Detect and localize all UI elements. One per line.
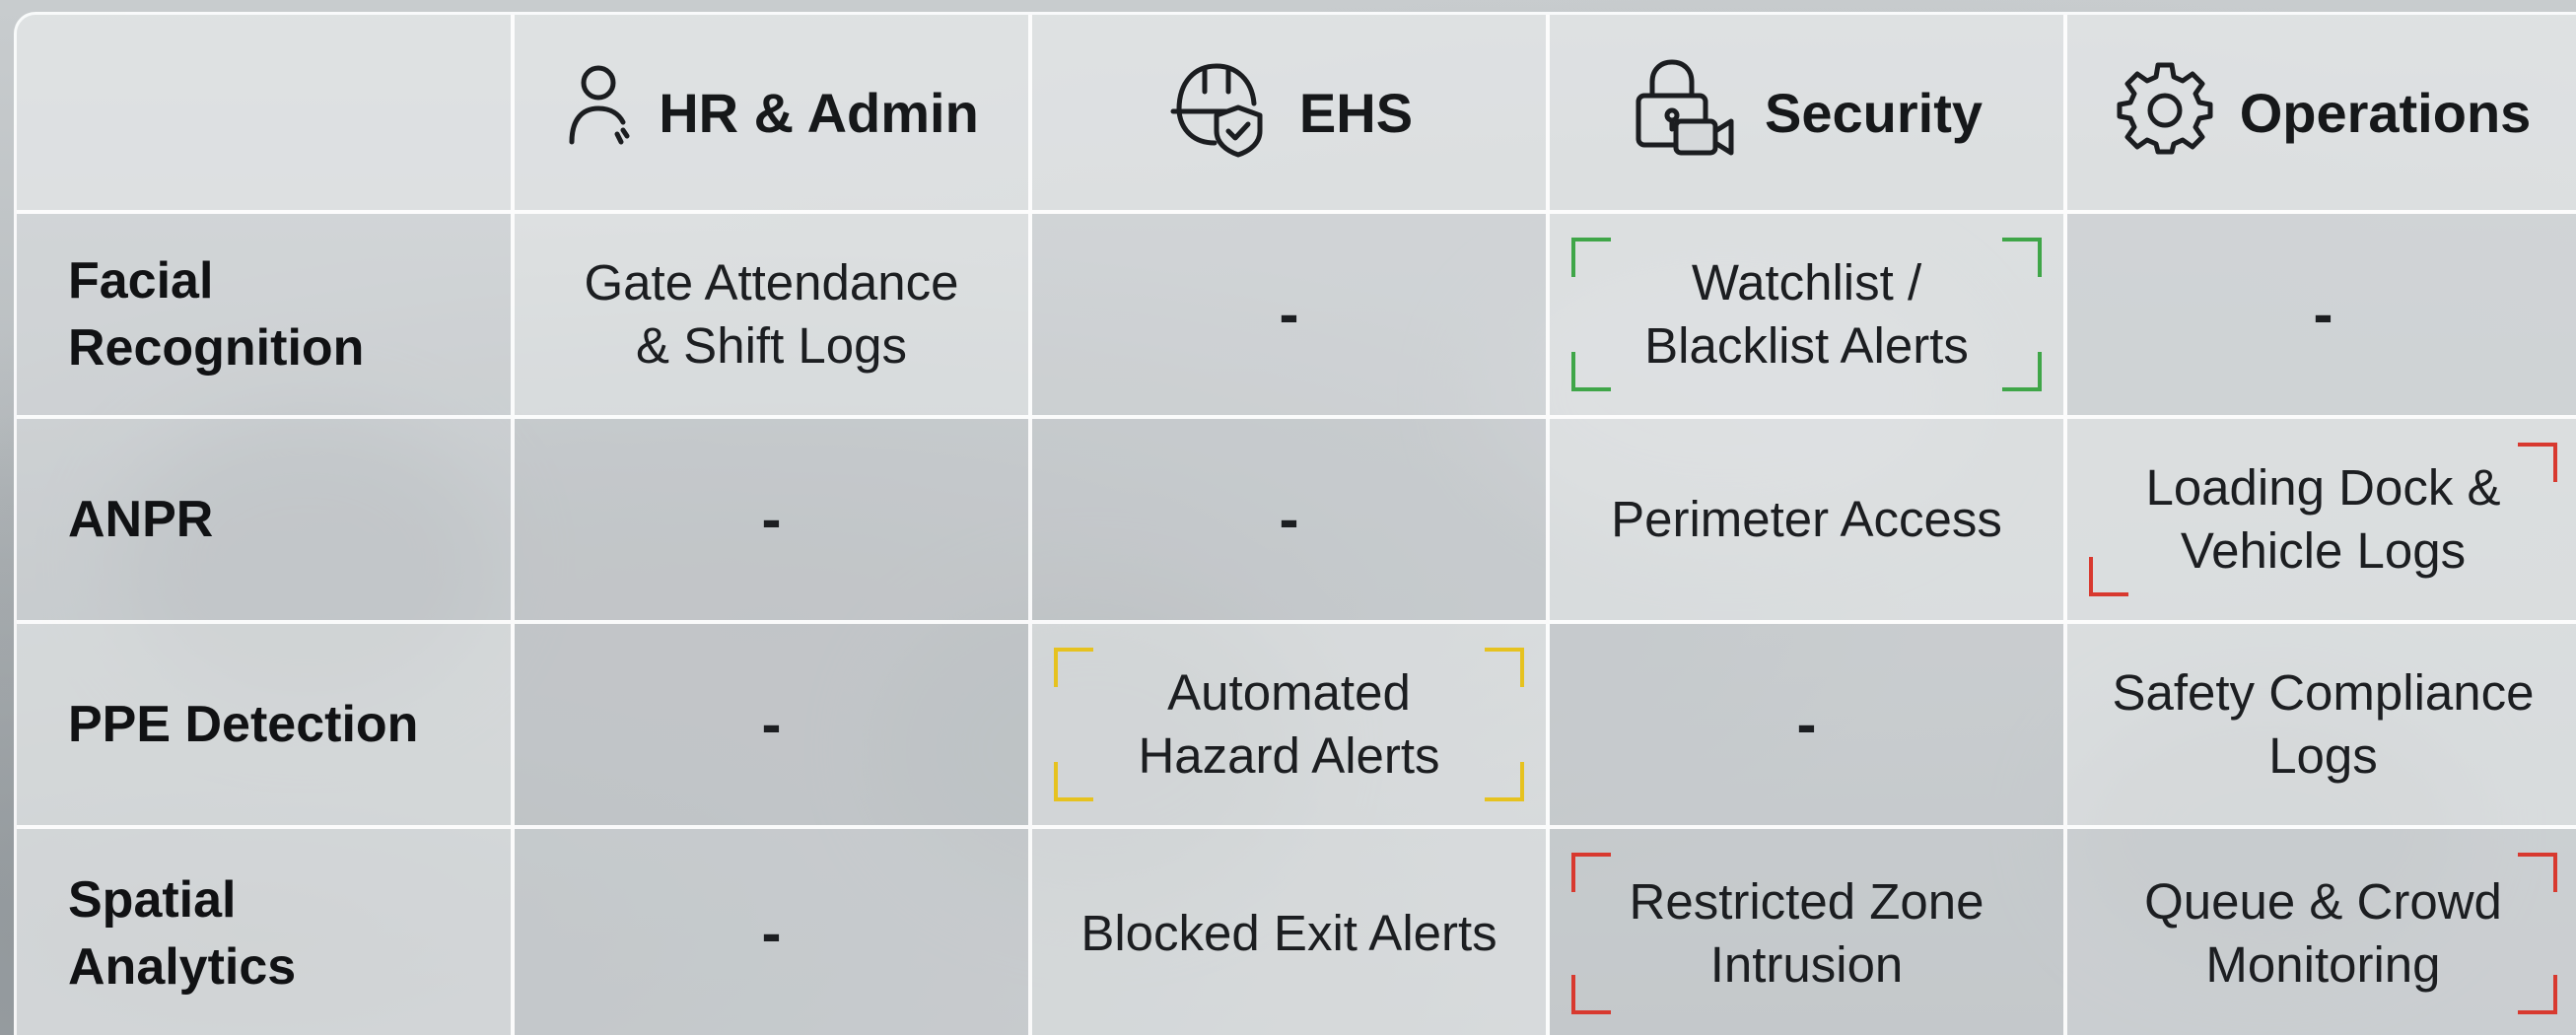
cell-value-line: Gate Attendance <box>584 254 959 310</box>
cell-value-line: Perimeter Access <box>1611 491 2002 547</box>
matrix-cell-facial-recognition-operations: - <box>2067 214 2576 419</box>
row-label: ANPR <box>68 486 213 553</box>
highlight-bracket-tl <box>1054 648 1093 687</box>
matrix-cell-anpr-hr-admin: - <box>515 419 1032 624</box>
matrix-cell-spatial-analytics-ehs: Blocked Exit Alerts <box>1032 829 1550 1035</box>
matrix-cell-spatial-analytics-hr-admin: - <box>515 829 1032 1035</box>
gear-icon <box>2116 57 2214 169</box>
row-header-facial-recognition: Facial Recognition <box>17 214 515 419</box>
empty-value: - <box>742 693 801 756</box>
column-header-security: Security <box>1550 15 2067 214</box>
row-label-line: Analytics <box>68 938 297 996</box>
cell-value: Blocked Exit Alerts <box>1061 902 1516 965</box>
matrix-cell-ppe-detection-security: - <box>1550 624 2067 829</box>
column-label: Security <box>1765 81 1983 144</box>
cell-value: Automated Hazard Alerts <box>1118 661 1459 788</box>
cell-value-line: - <box>761 691 782 757</box>
empty-value: - <box>742 488 801 551</box>
cell-value-line: & Shift Logs <box>636 317 907 374</box>
matrix-cell-ppe-detection-operations: Safety Compliance Logs <box>2067 624 2576 829</box>
column-header-operations: Operations <box>2067 15 2576 214</box>
empty-value: - <box>1260 488 1319 551</box>
cell-value: Safety Compliance Logs <box>2092 661 2553 788</box>
cell-value-line: Watchlist / <box>1691 254 1922 310</box>
highlight-bracket-tr <box>2518 853 2557 892</box>
cell-value-line: - <box>2313 281 2333 347</box>
cell-value-line: Automated <box>1167 664 1411 721</box>
cell-value-line: Restricted Zone <box>1629 873 1984 930</box>
helmet-shield-icon <box>1165 52 1274 173</box>
row-header-ppe-detection: PPE Detection <box>17 624 515 829</box>
column-header-hr-admin: HR & Admin <box>515 15 1032 214</box>
matrix-cell-anpr-ehs: - <box>1032 419 1550 624</box>
highlight-bracket-bl <box>2089 557 2128 596</box>
use-case-matrix: HR & Admin EHS Security Operations Facia… <box>14 12 2576 1035</box>
row-label-line: PPE Detection <box>68 696 419 753</box>
matrix-grid: HR & Admin EHS Security Operations Facia… <box>17 15 2576 1035</box>
matrix-cell-ppe-detection-ehs: Automated Hazard Alerts <box>1032 624 1550 829</box>
row-label: Spatial Analytics <box>68 866 296 1000</box>
matrix-cell-anpr-operations: Loading Dock & Vehicle Logs <box>2067 419 2576 624</box>
matrix-cell-spatial-analytics-security: Restricted Zone Intrusion <box>1550 829 2067 1035</box>
matrix-cell-facial-recognition-hr-admin: Gate Attendance & Shift Logs <box>515 214 1032 419</box>
matrix-cell-anpr-security: Perimeter Access <box>1550 419 2067 624</box>
empty-value: - <box>742 902 801 965</box>
matrix-cell-ppe-detection-hr-admin: - <box>515 624 1032 829</box>
corner-header-cell <box>17 15 515 214</box>
empty-value: - <box>1260 283 1319 346</box>
highlight-bracket-bl <box>1571 975 1611 1014</box>
row-label-line: Spatial <box>68 871 237 929</box>
cell-value-line: Logs <box>2268 727 2378 784</box>
cell-value: Loading Dock & Vehicle Logs <box>2125 456 2520 583</box>
cell-value-line: Loading Dock & <box>2145 459 2501 516</box>
empty-value: - <box>1777 693 1837 756</box>
cell-value-line: - <box>1796 691 1817 757</box>
cell-value-line: Blacklist Alerts <box>1644 317 1969 374</box>
highlight-bracket-tl <box>1571 238 1611 277</box>
cell-value: Perimeter Access <box>1591 488 2022 551</box>
column-label: Operations <box>2239 81 2532 144</box>
cell-value-line: Intrusion <box>1709 936 1904 993</box>
matrix-cell-spatial-analytics-operations: Queue & Crowd Monitoring <box>2067 829 2576 1035</box>
highlight-bracket-tr <box>1485 648 1524 687</box>
cell-value-line: Queue & Crowd <box>2144 873 2502 930</box>
empty-value: - <box>2294 283 2353 346</box>
row-header-spatial-analytics: Spatial Analytics <box>17 829 515 1035</box>
highlight-bracket-tl <box>1571 853 1611 892</box>
column-header-ehs: EHS <box>1032 15 1550 214</box>
row-label: Facial Recognition <box>68 247 364 381</box>
cell-value-line: Vehicle Logs <box>2180 522 2467 579</box>
cell-value-line: Safety Compliance <box>2112 664 2535 721</box>
highlight-bracket-br <box>2002 352 2042 391</box>
lock-camera-icon <box>1631 52 1739 173</box>
matrix-cell-facial-recognition-ehs: - <box>1032 214 1550 419</box>
cell-value: Watchlist / Blacklist Alerts <box>1625 251 1988 378</box>
person-icon <box>564 57 633 169</box>
row-label-line: Facial <box>68 252 214 310</box>
highlight-bracket-tr <box>2518 443 2557 482</box>
highlight-bracket-bl <box>1571 352 1611 391</box>
cell-value-line: - <box>761 486 782 552</box>
cell-value-line: - <box>761 900 782 966</box>
column-label: HR & Admin <box>659 81 979 144</box>
highlight-bracket-bl <box>1054 762 1093 801</box>
cell-value-line: Blocked Exit Alerts <box>1080 905 1497 961</box>
cell-value: Queue & Crowd Monitoring <box>2124 870 2522 997</box>
cell-value-line: Hazard Alerts <box>1138 727 1440 784</box>
column-label: EHS <box>1298 81 1414 144</box>
matrix-cell-facial-recognition-security: Watchlist / Blacklist Alerts <box>1550 214 2067 419</box>
row-header-anpr: ANPR <box>17 419 515 624</box>
row-label-line: ANPR <box>68 491 214 548</box>
highlight-bracket-br <box>1485 762 1524 801</box>
row-label: PPE Detection <box>68 691 418 758</box>
cell-value: Restricted Zone Intrusion <box>1610 870 2004 997</box>
highlight-bracket-br <box>2518 975 2557 1014</box>
highlight-bracket-tr <box>2002 238 2042 277</box>
cell-value-line: Monitoring <box>2205 936 2441 993</box>
row-label-line: Recognition <box>68 319 365 377</box>
cell-value: Gate Attendance & Shift Logs <box>565 251 979 378</box>
cell-value-line: - <box>1279 281 1299 347</box>
cell-value-line: - <box>1279 486 1299 552</box>
